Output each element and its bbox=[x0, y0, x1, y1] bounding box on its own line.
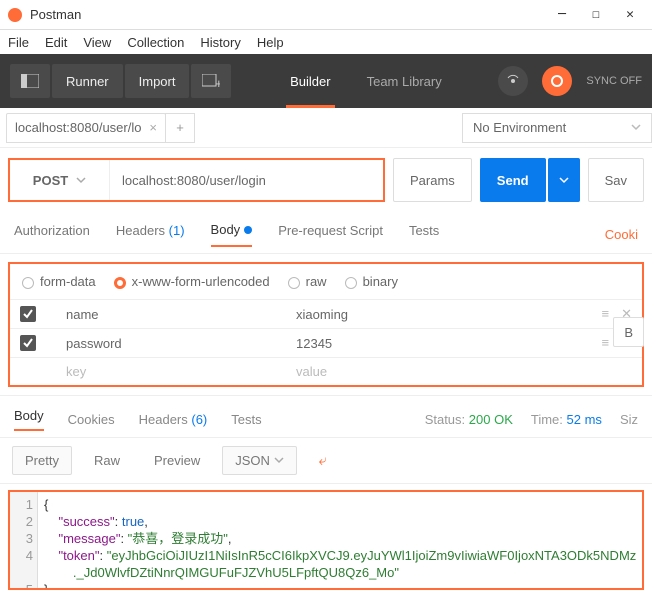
time-label: Time: bbox=[531, 412, 563, 427]
request-tab[interactable]: localhost:8080/user/lo × bbox=[6, 113, 166, 143]
sync-status: SYNC OFF bbox=[586, 75, 642, 87]
response-body: 12345 { "success": true, "message": "恭喜，… bbox=[8, 490, 644, 590]
wrap-icon[interactable]: ⤶ bbox=[307, 446, 339, 475]
view-preview[interactable]: Preview bbox=[142, 447, 212, 474]
new-tab-icon[interactable]: + bbox=[191, 64, 231, 98]
param-row: name xiaoming ≡✕ bbox=[10, 299, 642, 328]
app-logo bbox=[8, 8, 22, 22]
drag-icon[interactable]: ≡ bbox=[602, 335, 610, 351]
menu-collection[interactable]: Collection bbox=[127, 35, 184, 50]
tab-builder[interactable]: Builder bbox=[286, 58, 334, 104]
checkbox-icon[interactable] bbox=[20, 335, 36, 351]
response-code[interactable]: { "success": true, "message": "恭喜，登录成功",… bbox=[38, 492, 642, 588]
close-tab-icon[interactable]: × bbox=[149, 120, 157, 135]
maximize-icon[interactable]: ☐ bbox=[590, 9, 602, 21]
method-label: POST bbox=[33, 173, 68, 188]
radio-form-data[interactable]: form-data bbox=[22, 274, 96, 289]
window-title: Postman bbox=[30, 7, 556, 22]
view-raw[interactable]: Raw bbox=[82, 447, 132, 474]
param-value[interactable]: xiaoming bbox=[296, 307, 602, 322]
param-key[interactable]: password bbox=[66, 336, 296, 351]
tab-prerequest[interactable]: Pre-request Script bbox=[278, 223, 383, 246]
size-label: Siz bbox=[620, 412, 638, 427]
resp-tab-cookies[interactable]: Cookies bbox=[68, 412, 115, 427]
param-value[interactable]: 12345 bbox=[296, 336, 602, 351]
environment-label: No Environment bbox=[473, 120, 566, 135]
save-button[interactable]: Sav bbox=[588, 158, 644, 202]
status-label: Status: bbox=[425, 412, 465, 427]
view-pretty[interactable]: Pretty bbox=[12, 446, 72, 475]
dot-icon bbox=[244, 226, 252, 234]
param-value-placeholder[interactable]: value bbox=[296, 364, 632, 379]
send-button[interactable]: Send bbox=[480, 158, 546, 202]
drag-icon[interactable]: ≡ bbox=[602, 306, 610, 322]
url-input[interactable] bbox=[110, 160, 383, 200]
add-tab-button[interactable]: + bbox=[165, 113, 195, 143]
request-tab-label: localhost:8080/user/lo bbox=[15, 120, 143, 135]
resp-tab-body[interactable]: Body bbox=[14, 408, 44, 431]
menu-history[interactable]: History bbox=[200, 35, 240, 50]
param-row: password 12345 ≡✕ bbox=[10, 328, 642, 357]
send-options-button[interactable] bbox=[548, 158, 580, 202]
radio-binary[interactable]: binary bbox=[345, 274, 398, 289]
cookies-link[interactable]: Cooki bbox=[605, 227, 638, 242]
tab-headers[interactable]: Headers (1) bbox=[116, 223, 185, 246]
resp-tab-tests[interactable]: Tests bbox=[231, 412, 261, 427]
menubar: File Edit View Collection History Help bbox=[0, 30, 652, 54]
status-value: 200 OK bbox=[469, 412, 513, 427]
param-key-placeholder[interactable]: key bbox=[66, 364, 296, 379]
minimize-icon[interactable]: ─ bbox=[556, 9, 568, 21]
lang-select[interactable]: JSON bbox=[222, 446, 296, 475]
params-button[interactable]: Params bbox=[393, 158, 472, 202]
chevron-down-icon bbox=[631, 120, 641, 135]
menu-help[interactable]: Help bbox=[257, 35, 284, 50]
param-key[interactable]: name bbox=[66, 307, 296, 322]
resp-tab-headers[interactable]: Headers (6) bbox=[139, 412, 208, 427]
environment-select[interactable]: No Environment bbox=[462, 113, 652, 143]
chevron-down-icon bbox=[274, 455, 284, 465]
radio-urlencoded[interactable]: x-www-form-urlencoded bbox=[114, 274, 270, 289]
line-gutter: 12345 bbox=[10, 492, 38, 588]
close-icon[interactable]: ✕ bbox=[624, 9, 636, 21]
tab-authorization[interactable]: Authorization bbox=[14, 223, 90, 246]
menu-file[interactable]: File bbox=[8, 35, 29, 50]
checkbox-icon[interactable] bbox=[20, 306, 36, 322]
bulk-edit-button[interactable]: B bbox=[613, 317, 644, 347]
chevron-down-icon bbox=[76, 175, 86, 185]
tab-tests[interactable]: Tests bbox=[409, 223, 439, 246]
radio-raw[interactable]: raw bbox=[288, 274, 327, 289]
svg-text:+: + bbox=[215, 76, 220, 88]
param-row-new: key value bbox=[10, 357, 642, 385]
method-select[interactable]: POST bbox=[10, 160, 110, 200]
tab-team-library[interactable]: Team Library bbox=[363, 58, 446, 104]
runner-button[interactable]: Runner bbox=[52, 64, 123, 98]
sidebar-toggle-icon[interactable] bbox=[10, 64, 50, 98]
import-button[interactable]: Import bbox=[125, 64, 190, 98]
tab-body[interactable]: Body bbox=[211, 222, 253, 247]
menu-edit[interactable]: Edit bbox=[45, 35, 67, 50]
sync-icon[interactable] bbox=[542, 66, 572, 96]
menu-view[interactable]: View bbox=[83, 35, 111, 50]
time-value: 52 ms bbox=[567, 412, 602, 427]
satellite-icon[interactable] bbox=[498, 66, 528, 96]
